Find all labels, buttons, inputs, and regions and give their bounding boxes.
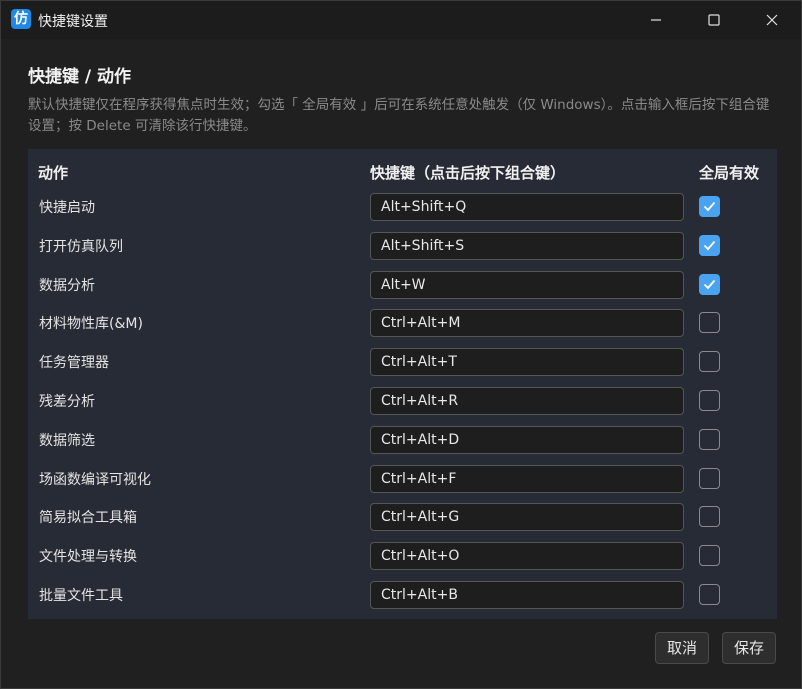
description-text: 默认快捷键仅在程序获得焦点时生效；勾选「 全局有效 」后可在系统任意处触发（仅 … (28, 97, 770, 134)
shortcut-input[interactable]: Alt+Shift+Q (370, 193, 684, 221)
global-checkbox[interactable] (699, 545, 720, 567)
global-checkbox[interactable] (699, 584, 720, 605)
page-heading: 快捷键 / 动作 (28, 67, 132, 87)
shortcut-input[interactable]: Ctrl+Alt+O (370, 542, 684, 571)
action-label: 材料物性库(&M) (39, 316, 143, 333)
save-button[interactable]: 保存 (722, 632, 776, 664)
action-label: 任务管理器 (39, 355, 109, 372)
maximize-button[interactable] (685, 1, 743, 39)
column-header-global: 全局有效 (699, 164, 760, 182)
shortcut-input[interactable]: Ctrl+Alt+B (370, 581, 684, 609)
global-checkbox[interactable] (699, 196, 720, 217)
global-checkbox[interactable] (699, 234, 720, 256)
column-header-action: 动作 (38, 164, 69, 182)
global-checkbox[interactable] (699, 273, 720, 295)
title-bar[interactable]: 仿 快捷键设置 (1, 1, 801, 39)
shortcut-input[interactable]: Ctrl+Alt+D (370, 425, 684, 454)
global-checkbox[interactable] (699, 428, 720, 450)
app-icon: 仿 (11, 9, 31, 29)
action-label: 文件处理与转换 (39, 549, 137, 566)
shortcut-input[interactable]: Ctrl+Alt+M (370, 309, 684, 338)
cancel-button[interactable]: 取消 (655, 632, 709, 664)
checkmark-icon (703, 240, 716, 251)
shortcut-input[interactable]: Ctrl+Alt+F (370, 464, 684, 493)
shortcut-input[interactable]: Alt+W (370, 270, 684, 299)
global-checkbox[interactable] (699, 351, 720, 373)
checkmark-icon (703, 279, 716, 289)
shortcut-settings-window: 仿 快捷键设置 快捷键 / 动作 默认快捷键仅在程序获得焦点时生效；勾选「 全局… (0, 0, 802, 689)
minimize-icon (651, 19, 661, 21)
action-label: 简易拟合工具箱 (39, 510, 137, 527)
global-checkbox[interactable] (699, 312, 720, 334)
action-label: 快捷启动 (39, 200, 95, 216)
column-header-shortcut: 快捷键（点击后按下组合键） (370, 164, 566, 182)
global-checkbox[interactable] (699, 467, 720, 489)
window-title: 快捷键设置 (38, 14, 108, 30)
close-button[interactable] (743, 1, 801, 39)
action-label: 数据分析 (39, 277, 95, 294)
action-label: 打开仿真队列 (39, 238, 123, 255)
global-checkbox[interactable] (699, 506, 720, 528)
shortcut-input[interactable]: Ctrl+Alt+G (370, 503, 684, 532)
action-label: 数据筛选 (39, 432, 95, 449)
maximize-icon (708, 14, 720, 26)
shortcut-input[interactable]: Ctrl+Alt+R (370, 387, 684, 415)
close-icon (766, 14, 778, 26)
minimize-button[interactable] (627, 1, 685, 39)
action-label: 残差分析 (39, 394, 95, 410)
shortcut-input[interactable]: Ctrl+Alt+T (370, 348, 684, 377)
checkmark-icon (703, 201, 716, 212)
global-checkbox[interactable] (699, 390, 720, 411)
shortcut-input[interactable]: Alt+Shift+S (370, 231, 684, 260)
action-label: 场函数编译可视化 (39, 471, 151, 488)
action-label: 批量文件工具 (39, 588, 123, 604)
